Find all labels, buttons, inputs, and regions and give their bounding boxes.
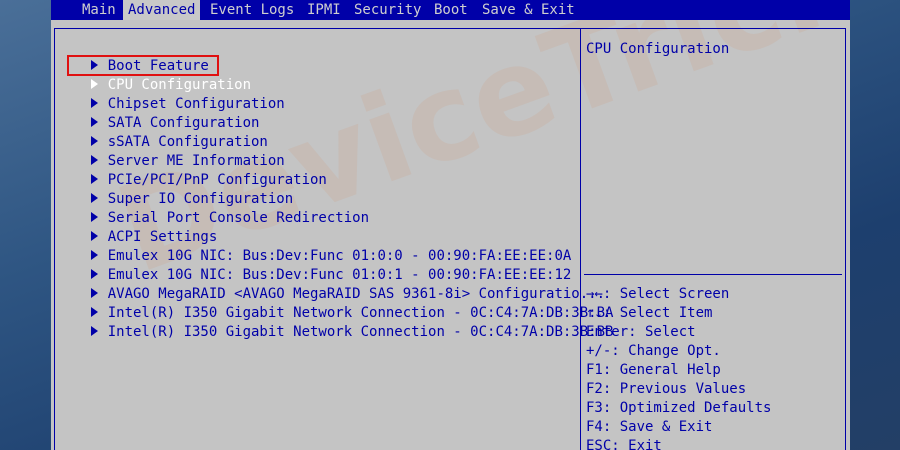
menu-item-intel-i350-bb[interactable]: Intel(R) I350 Gigabit Network Connection… (57, 304, 613, 340)
help-title: CPU Configuration (586, 41, 730, 57)
column-divider (580, 28, 581, 450)
menu-item-avago-megaraid[interactable]: AVAGO MegaRAID <AVAGO MegaRAID SAS 9361-… (57, 266, 605, 302)
key-hint-f3: F3: Optimized Defaults (586, 400, 772, 416)
menu-item-chipset-configuration[interactable]: Chipset Configuration (57, 76, 285, 112)
tab-main[interactable]: Main (77, 0, 121, 20)
key-hint-select-item: ↑↓: Select Item (586, 305, 713, 321)
key-hint-select-screen: →←: Select Screen (586, 286, 730, 302)
tab-ipmi[interactable]: IPMI (302, 0, 346, 20)
menu-item-super-io-configuration[interactable]: Super IO Configuration (57, 171, 293, 207)
menu-item-sata-configuration[interactable]: SATA Configuration (57, 95, 259, 131)
menu-bar: Main Advanced Event Logs IPMI Security B… (51, 0, 850, 20)
menu-item-pcie-pci-pnp-configuration[interactable]: PCIe/PCI/PnP Configuration (57, 152, 327, 188)
tab-event-logs[interactable]: Event Logs (205, 0, 299, 20)
help-divider (584, 274, 842, 275)
key-hint-enter: Enter: Select (586, 324, 696, 340)
key-hint-f2: F2: Previous Values (586, 381, 747, 397)
menu-item-server-me-information[interactable]: Server ME Information (57, 133, 285, 169)
tab-security[interactable]: Security (349, 0, 426, 20)
key-hint-esc: ESC: Exit (586, 438, 662, 450)
settings-panel: DeviceTricks Boot Feature CPU Configurat… (51, 20, 850, 450)
key-hint-f4: F4: Save & Exit (586, 419, 713, 435)
menu-item-ssata-configuration[interactable]: sSATA Configuration (57, 114, 268, 150)
menu-item-acpi-settings[interactable]: ACPI Settings (57, 209, 217, 245)
menu-item-serial-port-console-redirection[interactable]: Serial Port Console Redirection (57, 190, 369, 226)
selection-highlight-box (67, 55, 219, 76)
submenu-arrow-icon (90, 326, 98, 336)
menu-item-label: Intel(R) I350 Gigabit Network Connection… (107, 324, 614, 340)
menu-item-emulex-nic-1[interactable]: Emulex 10G NIC: Bus:Dev:Func 01:0:1 - 00… (57, 247, 571, 283)
key-hint-change-opt: +/-: Change Opt. (586, 343, 721, 359)
tab-save-exit[interactable]: Save & Exit (477, 0, 580, 20)
menu-item-emulex-nic-0[interactable]: Emulex 10G NIC: Bus:Dev:Func 01:0:0 - 00… (57, 228, 571, 264)
tab-advanced[interactable]: Advanced (123, 0, 201, 20)
menu-item-intel-i350-ba[interactable]: Intel(R) I350 Gigabit Network Connection… (57, 285, 613, 321)
tab-boot[interactable]: Boot (429, 0, 473, 20)
key-hint-f1: F1: General Help (586, 362, 721, 378)
